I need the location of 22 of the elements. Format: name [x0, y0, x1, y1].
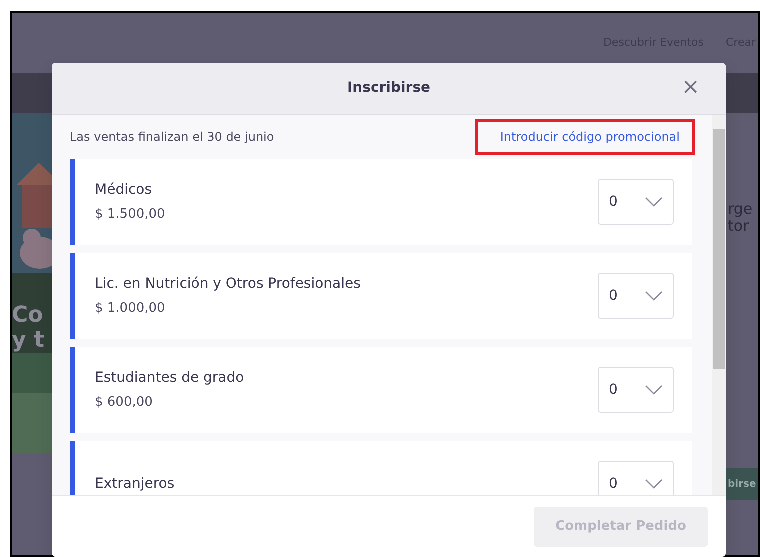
quantity-select[interactable]: 0 [598, 273, 674, 319]
chevron-down-icon [645, 197, 663, 207]
ticket-name: Lic. en Nutrición y Otros Profesionales [95, 274, 361, 294]
ticket-name: Extranjeros [95, 474, 175, 494]
close-button[interactable]: × [678, 77, 704, 99]
ticket-price: $ 1.000,00 [95, 300, 166, 318]
chevron-down-icon [645, 291, 663, 301]
modal-title: Inscribirse [347, 79, 431, 98]
chevron-down-icon [645, 385, 663, 395]
heading-text: y t [12, 328, 45, 354]
ticket-name: Médicos [95, 180, 154, 200]
sales-end-text: Las ventas finalizan el 30 de junio [70, 129, 274, 146]
quantity-select[interactable]: 0 [598, 461, 674, 495]
quantity-select[interactable]: 0 [598, 179, 674, 225]
heading-text: Co [12, 303, 44, 328]
quantity-select[interactable]: 0 [598, 367, 674, 413]
ticket-price: $ 1.500,00 [95, 206, 166, 224]
chevron-down-icon [645, 479, 663, 489]
scrollbar[interactable] [712, 115, 726, 495]
promo-code-link[interactable]: Introducir código promocional [478, 122, 692, 152]
ticket-name: Estudiantes de grado [95, 368, 244, 388]
ticket-price: $ 600,00 [95, 394, 154, 412]
